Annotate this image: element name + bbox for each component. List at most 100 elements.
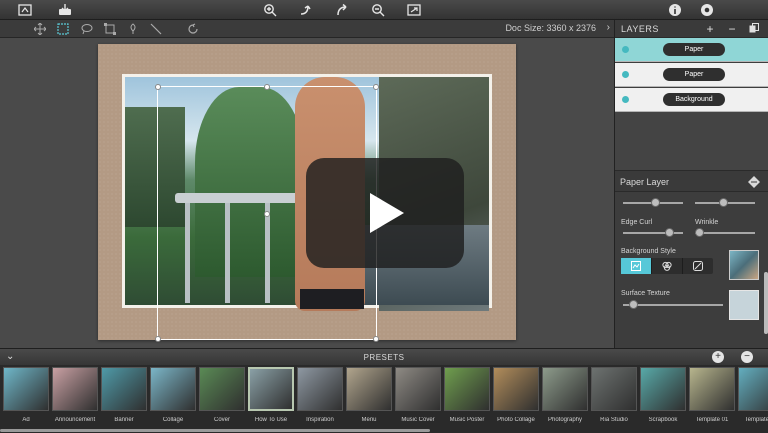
preset-thumbnail	[52, 367, 98, 411]
layer-row[interactable]: Background	[615, 88, 768, 112]
style-option-color[interactable]	[652, 258, 683, 274]
slider-knob[interactable]	[629, 300, 638, 309]
style-option-image[interactable]	[621, 258, 652, 274]
duplicate-layer-icon[interactable]	[747, 22, 761, 36]
preset-label: Ria Studio	[600, 417, 628, 423]
resize-handle[interactable]	[373, 84, 379, 90]
line-tool-icon[interactable]	[148, 21, 164, 37]
layer-name: Background	[663, 93, 725, 106]
rotate-handle[interactable]	[264, 211, 270, 217]
preset-thumbnail	[150, 367, 196, 411]
tool-options-bar: Doc Size: 3360 x 2376 ›	[0, 20, 614, 38]
preset-item[interactable]: Ad	[3, 367, 49, 429]
preset-item[interactable]: Cover	[199, 367, 245, 429]
preset-item[interactable]: Announcement	[52, 367, 98, 429]
preset-item[interactable]: How To Use	[248, 367, 294, 429]
layer-row[interactable]: Paper	[615, 63, 768, 87]
preset-item[interactable]: Music Cover	[395, 367, 441, 429]
image-style-icon	[631, 261, 641, 271]
layer-name: Paper	[663, 68, 725, 81]
preset-label: Ad	[22, 417, 30, 423]
preset-thumbnail	[297, 367, 343, 411]
preset-label: Template 02	[744, 417, 768, 423]
panel-scrollbar[interactable]	[764, 272, 768, 334]
video-play-button[interactable]	[306, 158, 464, 268]
preset-item[interactable]: Photography	[542, 367, 588, 429]
transform-tool-icon[interactable]	[102, 21, 118, 37]
paper-layer-header: Paper Layer	[615, 170, 768, 192]
brush-tool-icon[interactable]	[125, 21, 141, 37]
visibility-dot-icon[interactable]	[622, 46, 629, 53]
edge-curl-slider[interactable]	[623, 228, 683, 237]
preset-item[interactable]: Photo Collage	[493, 367, 539, 429]
presets-strip: Ad Announcement Banner Collage Cover How To U…	[0, 365, 768, 433]
preset-thumbnail	[444, 367, 490, 411]
preset-item[interactable]: Scrapbook	[640, 367, 686, 429]
preset-item[interactable]: Ria Studio	[591, 367, 637, 429]
remove-layer-button[interactable]: −	[725, 22, 739, 36]
slider-knob[interactable]	[719, 198, 728, 207]
info-icon[interactable]	[666, 1, 684, 19]
remove-preset-button[interactable]: −	[741, 351, 753, 363]
preset-item[interactable]: Collage	[150, 367, 196, 429]
preset-label: Menu	[361, 417, 377, 423]
resize-handle[interactable]	[155, 336, 161, 342]
resize-handle[interactable]	[373, 336, 379, 342]
actual-size-icon[interactable]	[405, 1, 423, 19]
surface-texture-slider[interactable]	[623, 300, 723, 309]
preset-label: Scrapbook	[648, 417, 678, 423]
wrinkle-slider[interactable]	[695, 228, 755, 237]
preset-item[interactable]: Template 02	[738, 367, 768, 429]
edge-curl-label: Edge Curl	[621, 219, 653, 226]
layers-empty-area	[615, 112, 768, 170]
preset-label: Photography	[547, 417, 583, 423]
save-icon[interactable]	[56, 1, 74, 19]
preset-item[interactable]: Template 01	[689, 367, 735, 429]
background-style-selector	[621, 258, 713, 274]
surface-texture-thumbnail[interactable]	[729, 290, 759, 320]
visibility-dot-icon[interactable]	[622, 96, 629, 103]
settings-icon[interactable]	[698, 1, 716, 19]
fit-screen-icon[interactable]	[16, 1, 34, 19]
preset-thumbnail	[689, 367, 735, 411]
background-style-label: Background Style	[621, 248, 676, 255]
zoom-out-icon[interactable]	[369, 1, 387, 19]
preset-item[interactable]: Music Poster	[444, 367, 490, 429]
add-preset-button[interactable]: +	[712, 351, 724, 363]
surface-texture-label: Surface Texture	[621, 290, 670, 297]
slider-knob[interactable]	[651, 198, 660, 207]
doc-size-label: Doc Size: 3360 x 2376	[505, 23, 596, 33]
preset-thumbnail	[591, 367, 637, 411]
redo-icon[interactable]	[333, 1, 351, 19]
slider-track[interactable]	[695, 198, 755, 207]
rect-select-tool-icon[interactable]	[55, 21, 71, 37]
preset-label: How To Use	[254, 417, 288, 423]
presets-title: PRESETS	[363, 353, 405, 362]
slider-knob[interactable]	[665, 228, 674, 237]
reset-icon[interactable]	[185, 21, 201, 37]
preset-item[interactable]: Inspiration	[297, 367, 343, 429]
canvas-area[interactable]	[0, 38, 614, 348]
slider-track[interactable]	[623, 198, 683, 207]
slider-knob[interactable]	[695, 228, 704, 237]
play-icon	[370, 193, 404, 233]
lasso-tool-icon[interactable]	[79, 21, 95, 37]
zoom-in-icon[interactable]	[261, 1, 279, 19]
undo-icon[interactable]	[296, 1, 314, 19]
presets-scrollbar[interactable]	[0, 429, 430, 432]
layer-style-icon[interactable]	[747, 175, 761, 189]
chevron-right-icon[interactable]: ›	[607, 22, 610, 33]
resize-handle[interactable]	[264, 84, 270, 90]
visibility-dot-icon[interactable]	[622, 71, 629, 78]
layer-row[interactable]: Paper	[615, 38, 768, 62]
background-image-thumbnail[interactable]	[729, 250, 759, 280]
preset-label: Announcement	[54, 417, 96, 423]
add-layer-button[interactable]: +	[703, 22, 717, 36]
preset-item[interactable]: Menu	[346, 367, 392, 429]
preset-item[interactable]: Banner	[101, 367, 147, 429]
style-option-gradient[interactable]	[683, 258, 713, 274]
resize-handle[interactable]	[155, 84, 161, 90]
move-tool-icon[interactable]	[32, 21, 48, 37]
preset-thumbnail	[248, 367, 294, 411]
preset-thumbnail	[493, 367, 539, 411]
